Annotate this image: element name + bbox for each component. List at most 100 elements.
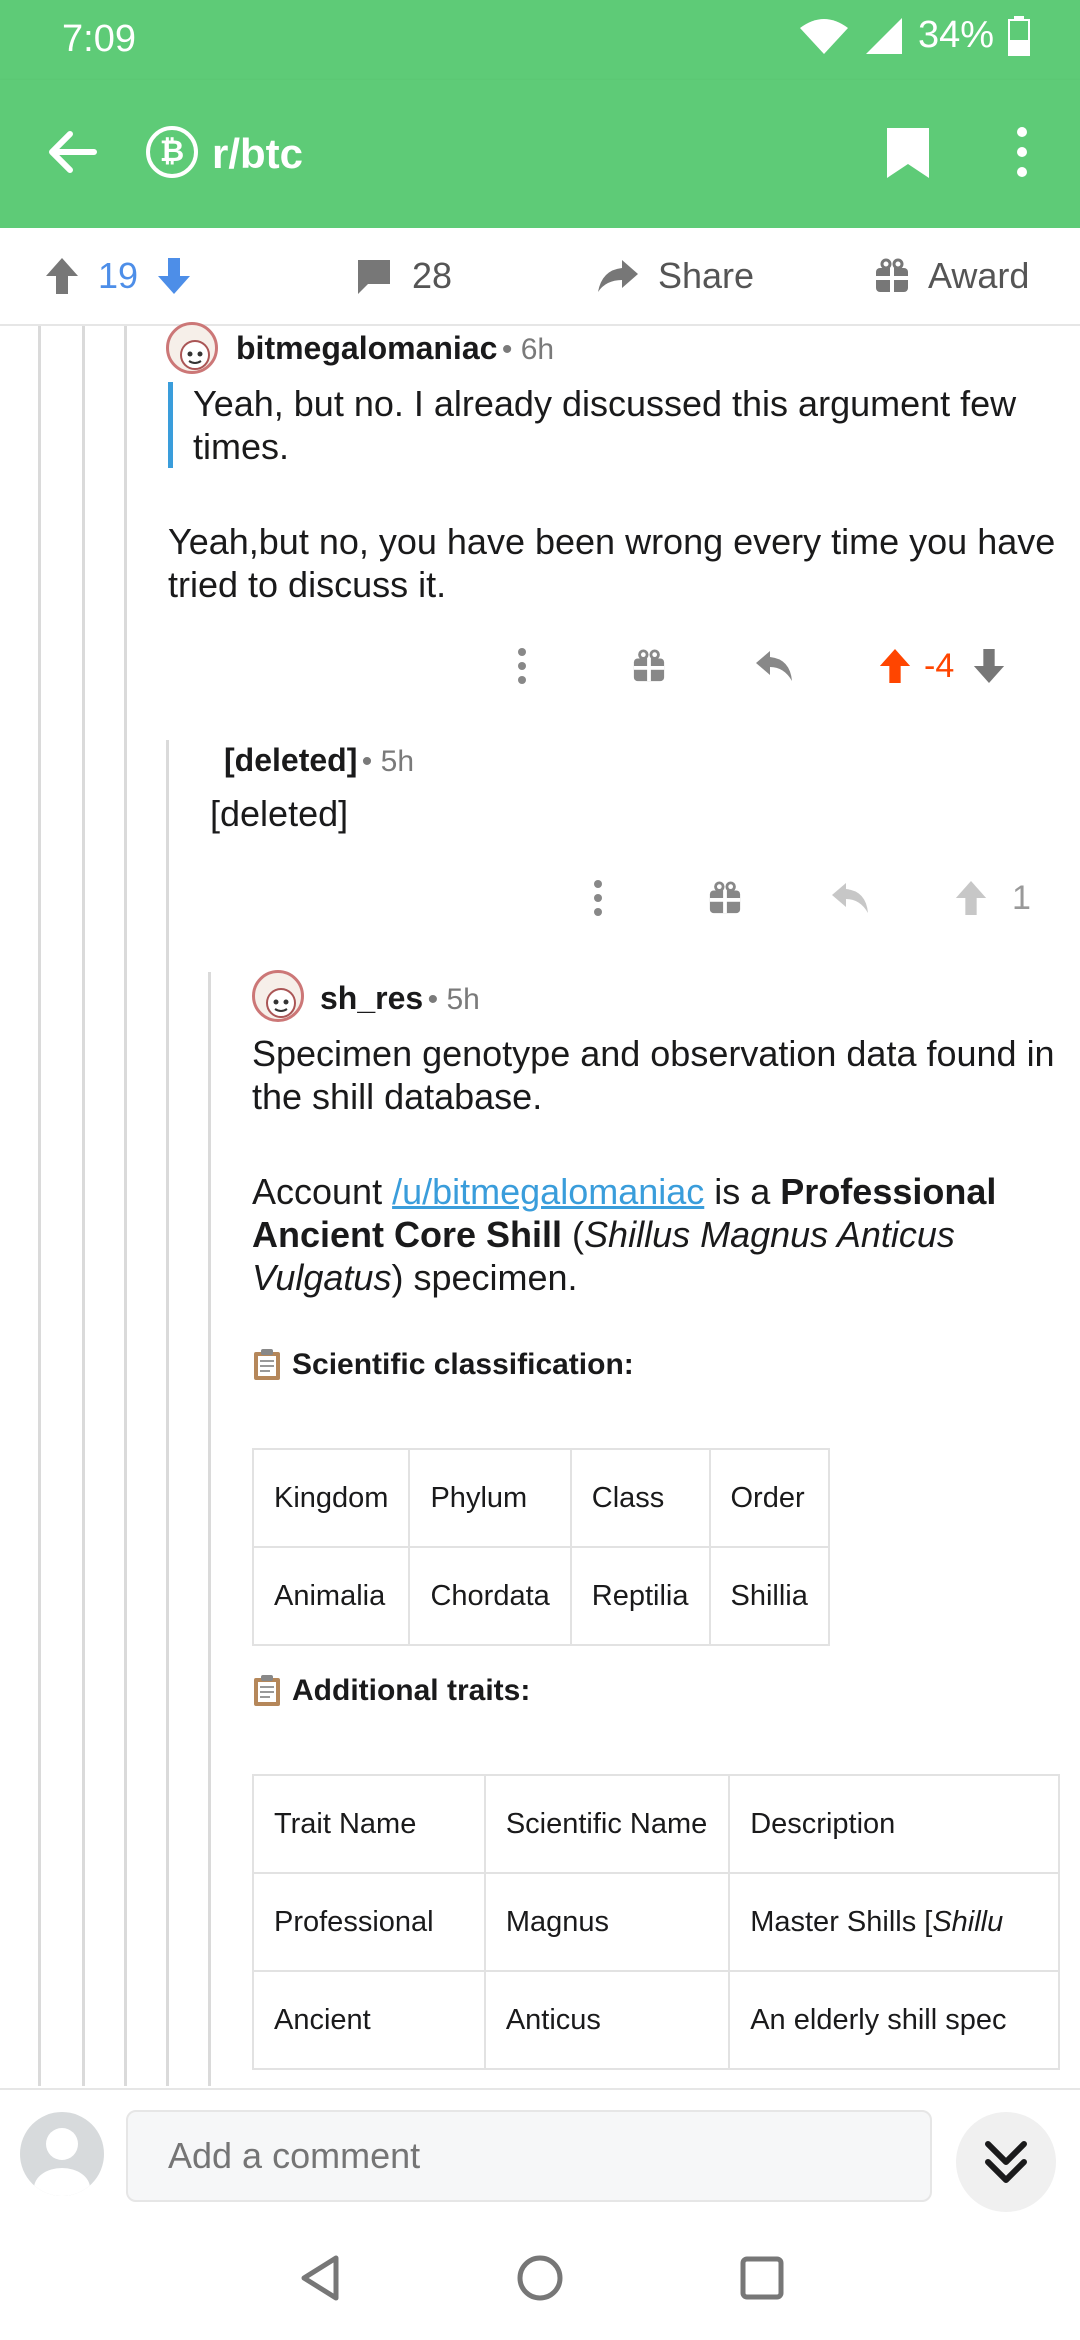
text-span: Master Shills [ [750, 1905, 933, 1938]
more-options-icon[interactable] [586, 878, 610, 918]
comment-age: • 5h [427, 983, 480, 1016]
table-cell: An elderly shill spec [728, 1970, 1060, 2070]
table-cell: Chordata [408, 1546, 572, 1646]
downvote-arrow-icon[interactable] [972, 647, 1006, 685]
battery-icon [1008, 15, 1030, 56]
comment-bubble-icon [358, 260, 390, 294]
thread-line-level-4[interactable] [166, 740, 169, 2086]
table-row: Trait Name Scientific Name Description [252, 1774, 1060, 1874]
snoo-avatar-icon [266, 988, 296, 1018]
user-link[interactable]: /u/bitmegalomaniac [392, 1171, 704, 1212]
award-gift-icon[interactable] [708, 881, 742, 915]
user-avatar[interactable] [20, 2112, 104, 2196]
heading-text: Scientific classification: [292, 1348, 634, 1381]
comment-score: -4 [924, 646, 955, 685]
subreddit-title[interactable]: r/btc [212, 130, 303, 178]
bitcoin-icon: ₿ [159, 135, 185, 168]
classification-table: Kingdom Phylum Class Order Animalia Chor… [251, 1448, 830, 1646]
share-button[interactable]: Share [596, 228, 754, 324]
avatar[interactable] [166, 322, 218, 374]
heading-text: Additional traits: [292, 1674, 531, 1707]
comment-controls: 1 [586, 872, 1031, 924]
table-cell: Shillia [708, 1546, 830, 1646]
more-options-icon[interactable] [510, 646, 534, 686]
nav-home-icon[interactable] [516, 2254, 564, 2302]
downvote-arrow-icon[interactable] [156, 256, 192, 296]
comment-composer-bar [0, 2088, 1080, 2214]
reply-arrow-icon[interactable] [754, 649, 794, 683]
comment-body: [deleted] [210, 793, 349, 834]
signal-icon [865, 17, 902, 54]
clipboard-icon [254, 1675, 280, 1706]
comment-author: [deleted] [224, 742, 358, 778]
add-comment-input[interactable] [126, 2110, 932, 2202]
nav-recents-icon[interactable] [740, 2256, 784, 2300]
table-cell: Anticus [483, 1970, 731, 2070]
comment-header: [deleted] • 5h [224, 742, 414, 779]
table-header-cell: Class [569, 1448, 711, 1548]
upvote-arrow-icon[interactable] [44, 256, 80, 296]
text-span: ) specimen. [391, 1257, 578, 1298]
wifi-icon [799, 18, 848, 54]
comment-author[interactable]: sh_res [320, 980, 423, 1016]
classification-heading: Scientific classification: [252, 1348, 634, 1382]
account-description: Account /u/bitmegalomaniac is a Professi… [252, 1170, 1062, 1299]
italic-text: Shillu [932, 1905, 1004, 1938]
comment-header: bitmegalomaniac • 6h [236, 330, 554, 367]
table-cell: Animalia [251, 1546, 411, 1646]
vote-group: 19 [44, 228, 192, 324]
table-header-cell: Description [728, 1774, 1060, 1874]
text-span: is a [704, 1171, 781, 1212]
status-time: 7:09 [62, 18, 136, 60]
table-cell: Reptilia [569, 1546, 711, 1646]
table-header-cell: Scientific Name [483, 1774, 731, 1874]
post-action-bar: 19 28 Share Award [0, 228, 1080, 326]
upvote-arrow-icon[interactable] [878, 647, 912, 685]
table-header-cell: Trait Name [252, 1774, 486, 1874]
user-silhouette-icon [34, 2128, 90, 2196]
post-score: 19 [98, 255, 139, 296]
comment-age: • 6h [501, 333, 555, 366]
text-span: Account [252, 1171, 393, 1212]
comment-intro: Specimen genotype and observation data f… [252, 1033, 1055, 1117]
comment-age: • 5h [361, 745, 415, 778]
table-header-cell: Kingdom [251, 1448, 411, 1548]
table-row: Kingdom Phylum Class Order [251, 1448, 830, 1548]
thread-line-level-1[interactable] [38, 326, 41, 2086]
status-icons: 34% [798, 14, 1030, 57]
bookmark-icon[interactable] [885, 126, 931, 180]
table-row: Ancient Anticus An elderly shill spec [252, 1970, 1060, 2070]
table-cell: Magnus [483, 1872, 731, 1972]
thread-line-level-3[interactable] [124, 326, 127, 2086]
overflow-menu-icon[interactable] [1010, 124, 1034, 180]
traits-heading: Additional traits: [252, 1674, 530, 1708]
comments-count-button[interactable]: 28 [354, 228, 452, 324]
quoted-text: Yeah, but no. I already discussed this a… [168, 382, 1073, 468]
table-header-cell: Order [708, 1448, 830, 1548]
thread-line-level-2[interactable] [82, 326, 85, 2086]
upvote-arrow-icon[interactable] [954, 879, 988, 917]
award-button[interactable]: Award [874, 228, 1029, 324]
table-cell: Master Shills [Shillu [728, 1872, 1060, 1972]
next-comment-button[interactable] [956, 2112, 1056, 2212]
award-gift-icon[interactable] [632, 649, 666, 683]
gift-icon [876, 258, 908, 292]
status-bar: 7:09 34% [0, 0, 1080, 80]
share-label: Share [658, 255, 755, 296]
text-span: ( [562, 1214, 585, 1255]
system-nav-bar [0, 2212, 1080, 2340]
comment-header: sh_res • 5h [320, 980, 480, 1017]
back-arrow-icon[interactable] [44, 124, 100, 180]
avatar[interactable] [252, 970, 304, 1022]
app-bar: ₿ r/btc [0, 80, 1080, 228]
table-cell: Professional [252, 1872, 486, 1972]
reply-arrow-icon [832, 883, 868, 913]
table-row: Professional Magnus Master Shills [Shill… [252, 1872, 1060, 1972]
double-chevron-down-icon [985, 2141, 1027, 2183]
snoo-avatar-icon [180, 340, 210, 370]
traits-table: Trait Name Scientific Name Description P… [252, 1774, 1060, 2070]
comment-author[interactable]: bitmegalomaniac [236, 330, 497, 366]
nav-back-icon[interactable] [298, 2254, 342, 2302]
thread-line-level-5[interactable] [208, 972, 211, 2086]
traits-table-scroll[interactable]: Trait Name Scientific Name Description P… [252, 1774, 1060, 2088]
